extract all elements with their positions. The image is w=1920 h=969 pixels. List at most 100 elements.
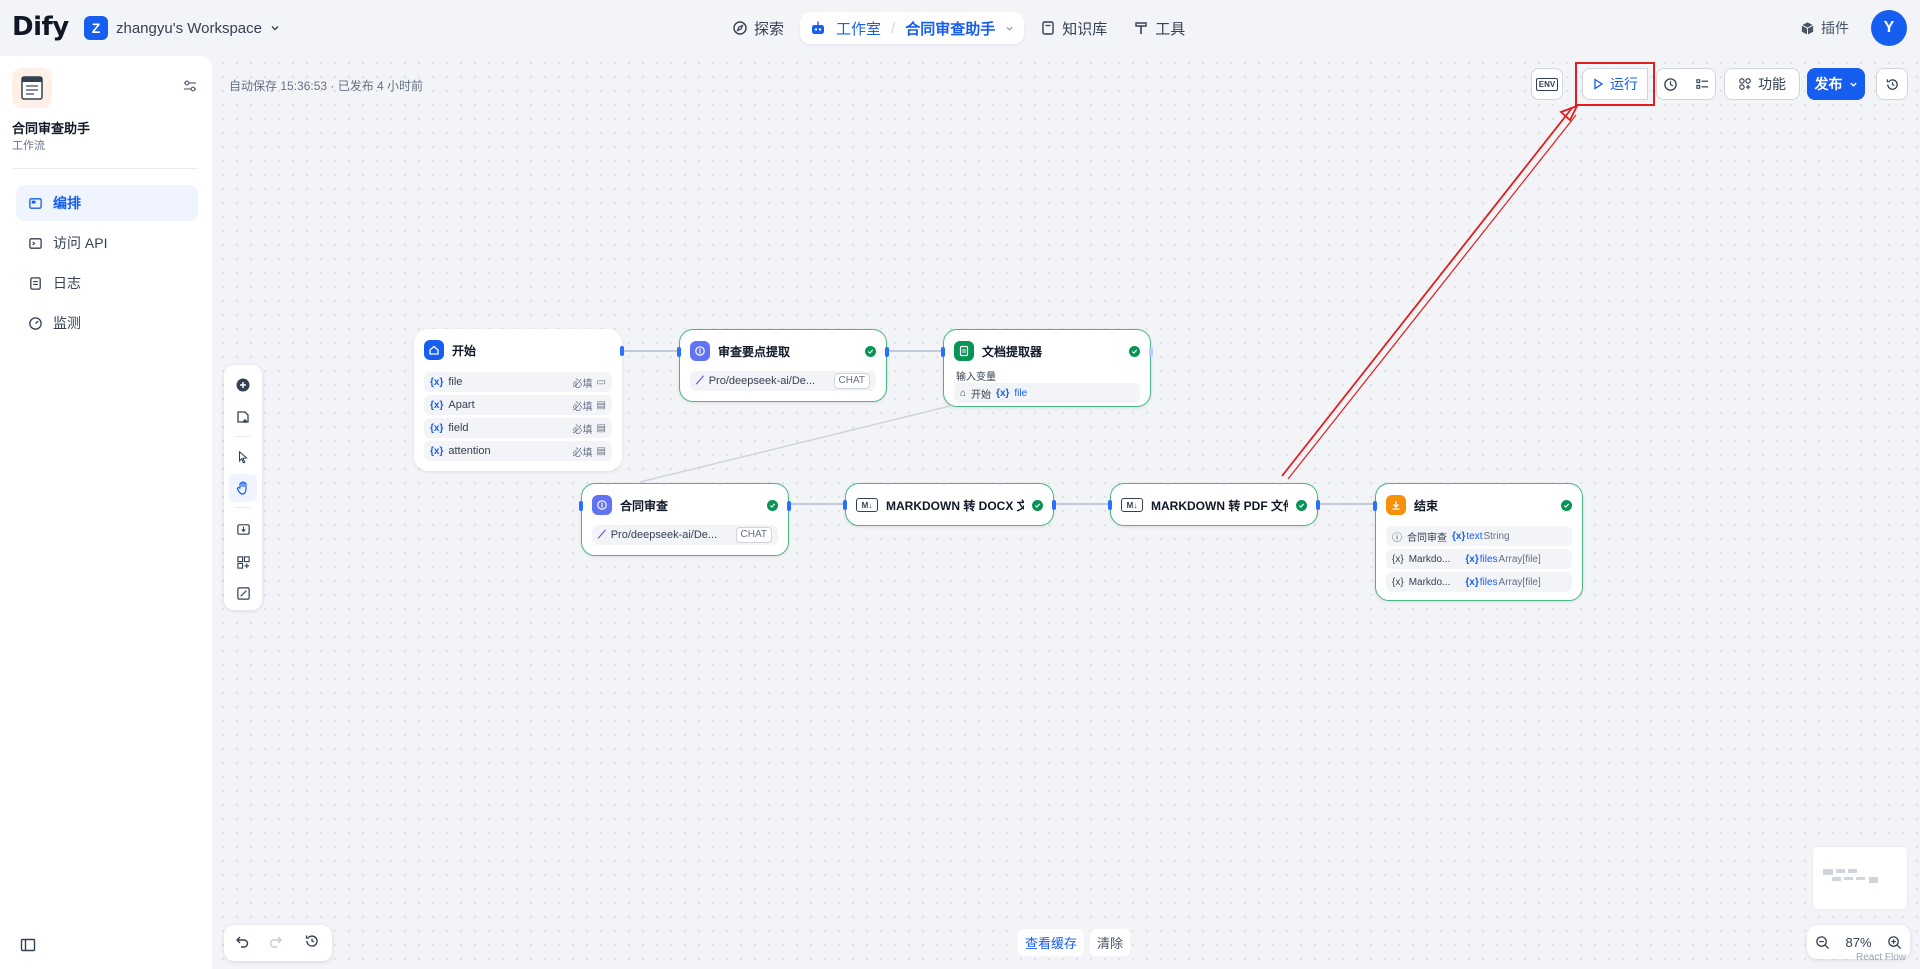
hand-tool-icon[interactable] <box>229 474 257 502</box>
variable-name: file <box>1014 387 1028 399</box>
tool-divider <box>234 507 252 508</box>
node-title: 审查要点提取 <box>718 344 791 359</box>
output-type: String <box>1483 530 1510 542</box>
llm-source-icon: ⓘ <box>1392 532 1402 544</box>
input-handle[interactable] <box>941 347 945 357</box>
input-handle[interactable] <box>579 501 583 511</box>
output-handle[interactable] <box>885 347 889 357</box>
publish-button[interactable]: 发布 <box>1807 68 1865 100</box>
output-source: Markdo... <box>1408 553 1451 565</box>
input-handle[interactable] <box>1108 500 1112 510</box>
features-icon <box>1738 77 1752 91</box>
variable-icon: {x} <box>430 376 444 388</box>
node-start[interactable]: 开始 {x} file 必填 ▭ {x} Apart 必填 ▤ {x} field … <box>414 329 624 471</box>
input-variable-label: 输入变量 <box>956 372 996 383</box>
node-title: 结束 <box>1414 498 1439 513</box>
markdown-icon: M↓ <box>856 498 878 512</box>
annotation-arrow <box>1281 104 1579 480</box>
required-badge: 必填 ▤ <box>572 445 606 459</box>
node-header: 文档提取器 <box>954 340 1140 362</box>
view-cache-button[interactable]: 查看缓存 <box>1018 929 1085 956</box>
node-header: 审查要点提取 <box>690 340 876 362</box>
model-mode-badge: CHAT <box>735 527 772 543</box>
node-title: 合同审查 <box>620 498 669 513</box>
start-field-row: {x} attention 必填 ▤ <box>424 441 612 461</box>
export-image-icon[interactable] <box>233 519 253 539</box>
input-variable-row: ⌂ 开始 {x} file <box>954 383 1140 403</box>
node-extract-llm[interactable]: 审查要点提取 ⟋ Pro/deepseek-ai/De... CHAT <box>677 329 889 402</box>
model-name: Pro/deepseek-ai/De... <box>708 375 816 387</box>
run-history-icon[interactable] <box>1663 77 1678 92</box>
variable-source-icon: {x} <box>1392 553 1404 565</box>
success-check-icon <box>1296 499 1307 511</box>
success-check-icon <box>767 499 778 511</box>
document-icon <box>954 341 974 361</box>
node-header: 结束 <box>1386 494 1572 516</box>
zoom-in-icon[interactable] <box>1887 935 1902 950</box>
pointer-icon[interactable] <box>233 447 253 467</box>
minimap[interactable] <box>1812 846 1908 910</box>
zoom-out-icon[interactable] <box>1815 935 1830 950</box>
required-badge: 必填 ▤ <box>572 422 606 436</box>
model-provider-icon: ⟋ <box>696 374 704 387</box>
env-button[interactable]: ENV <box>1531 68 1563 100</box>
text-type-icon: ▤ <box>596 399 606 411</box>
success-check-icon <box>865 345 876 357</box>
end-output-row: {x} Markdo... {x} files Array[file] <box>1386 572 1572 592</box>
output-var: text <box>1466 530 1483 542</box>
undo-icon[interactable] <box>234 933 250 952</box>
end-output-row: ⓘ 合同审查 {x} text String <box>1386 526 1572 546</box>
markdown-icon: M↓ <box>1121 498 1143 512</box>
history-control-bar <box>224 925 332 961</box>
checklist-icon[interactable] <box>1695 77 1710 92</box>
node-title: MARKDOWN 转 DOCX 文件 <box>886 498 1024 513</box>
tool-divider <box>234 436 252 437</box>
input-handle[interactable] <box>1373 501 1377 511</box>
variable-icon: {x} <box>430 445 444 457</box>
node-end[interactable]: 结束 ⓘ 合同审查 {x} text String {x} Markdo... … <box>1373 483 1583 601</box>
model-provider-icon: ⟋ <box>598 528 606 541</box>
node-md-to-pdf[interactable]: M↓ MARKDOWN 转 PDF 文件 <box>1108 483 1320 526</box>
node-doc-extractor[interactable]: 文档提取器 输入变量 ⌂ 开始 {x} file <box>941 329 1153 407</box>
react-flow-attribution[interactable]: React Flow <box>1856 952 1906 963</box>
change-history-icon[interactable] <box>304 933 320 952</box>
start-field-row: {x} Apart 必填 ▤ <box>424 395 612 415</box>
input-handle[interactable] <box>843 500 847 510</box>
field-name: file <box>448 376 463 388</box>
field-name: Apart <box>448 399 475 411</box>
clear-cache-button[interactable]: 清除 <box>1090 929 1131 956</box>
run-button-annotation-box <box>1575 62 1655 106</box>
file-type-icon: ▭ <box>596 376 606 388</box>
redo-icon[interactable] <box>268 933 284 952</box>
output-handle[interactable] <box>620 346 624 356</box>
model-mode-badge: CHAT <box>833 373 870 389</box>
node-md-to-docx[interactable]: M↓ MARKDOWN 转 DOCX 文件 <box>843 483 1056 526</box>
model-row: ⟋ Pro/deepseek-ai/De... CHAT <box>690 371 876 391</box>
features-label: 功能 <box>1758 76 1786 92</box>
add-note-icon[interactable] <box>233 407 253 427</box>
minimap-toggle-icon[interactable] <box>233 583 253 603</box>
env-icon: ENV <box>1535 77 1559 91</box>
add-node-icon[interactable] <box>233 375 253 395</box>
variable-icon: {x} <box>996 387 1010 399</box>
home-icon <box>424 340 444 360</box>
chevron-down-icon <box>1849 80 1858 89</box>
required-badge: 必填 ▭ <box>572 376 606 390</box>
zoom-level[interactable]: 87% <box>1845 935 1871 950</box>
node-header: M↓ MARKDOWN 转 DOCX 文件 <box>856 494 1043 516</box>
variable-icon: {x} <box>1465 576 1479 588</box>
output-handle[interactable] <box>1316 500 1320 510</box>
organize-nodes-icon[interactable] <box>233 552 253 572</box>
node-header: 开始 <box>424 339 612 361</box>
node-review-llm[interactable]: 合同审查 ⟋ Pro/deepseek-ai/De... CHAT <box>579 483 791 556</box>
llm-icon <box>592 495 612 515</box>
features-button[interactable]: 功能 <box>1724 68 1800 100</box>
version-history-button[interactable] <box>1876 68 1908 100</box>
output-handle[interactable] <box>1149 347 1153 357</box>
output-handle[interactable] <box>787 501 791 511</box>
input-handle[interactable] <box>677 347 681 357</box>
field-name: attention <box>448 445 491 457</box>
start-field-row: {x} file 必填 ▭ <box>424 372 612 392</box>
output-handle[interactable] <box>1052 500 1056 510</box>
publish-label: 发布 <box>1814 76 1843 92</box>
